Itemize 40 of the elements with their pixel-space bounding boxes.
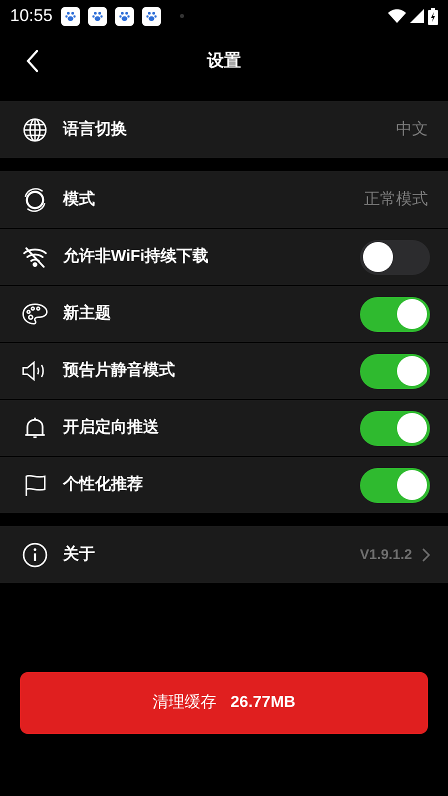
app-notification-icon	[114, 6, 134, 26]
battery-icon	[428, 8, 438, 24]
toggle-switch[interactable]	[360, 240, 430, 274]
globe-icon	[22, 116, 48, 142]
toggle-switch[interactable]	[360, 410, 430, 446]
settings-row[interactable]: 关于 V1.9.1.2	[0, 526, 448, 583]
setting-label: 新主题	[63, 303, 111, 324]
palette-icon	[21, 301, 49, 327]
app-notification-icon	[60, 6, 80, 26]
settings-row[interactable]: 个性化推荐	[0, 456, 448, 513]
clock: 10:55	[10, 5, 53, 28]
setting-label: 预告片静音模式	[63, 360, 175, 381]
setting-label: 开启定向推送	[63, 417, 159, 438]
toggle-switch[interactable]	[360, 354, 430, 388]
info-icon	[22, 542, 48, 568]
settings-row[interactable]: 允许非WiFi持续下载	[0, 228, 448, 285]
settings-row[interactable]: 语言切换 中文	[0, 101, 448, 158]
signal-icon	[410, 9, 424, 23]
app-notification-icon	[142, 6, 161, 26]
version-text: V1.9.1.2	[360, 545, 412, 564]
settings-row[interactable]: 开启定向推送	[0, 399, 448, 456]
clear-cache-button[interactable]: 清理缓存 26.77MB	[20, 672, 428, 734]
settings-row[interactable]: 模式 正常模式	[0, 171, 448, 228]
settings-row[interactable]: 新主题	[0, 285, 448, 342]
setting-value: 正常模式	[364, 190, 428, 210]
setting-label: 模式	[63, 190, 95, 210]
toggle-switch[interactable]	[360, 296, 430, 332]
setting-label: 关于	[63, 544, 95, 564]
back-icon	[25, 49, 39, 73]
setting-value: 中文	[396, 120, 428, 140]
wifi-icon	[388, 9, 406, 23]
setting-label: 个性化推荐	[63, 474, 143, 495]
page-title: 设置	[207, 50, 241, 72]
settings-row[interactable]: 预告片静音模式	[0, 342, 448, 399]
ring-icon	[22, 186, 48, 212]
setting-label: 允许非WiFi持续下载	[63, 246, 209, 267]
app-notification-icon	[88, 6, 107, 26]
setting-label: 语言切换	[63, 119, 127, 140]
toggle-switch[interactable]	[360, 468, 430, 502]
chevron-right-icon	[422, 548, 430, 562]
